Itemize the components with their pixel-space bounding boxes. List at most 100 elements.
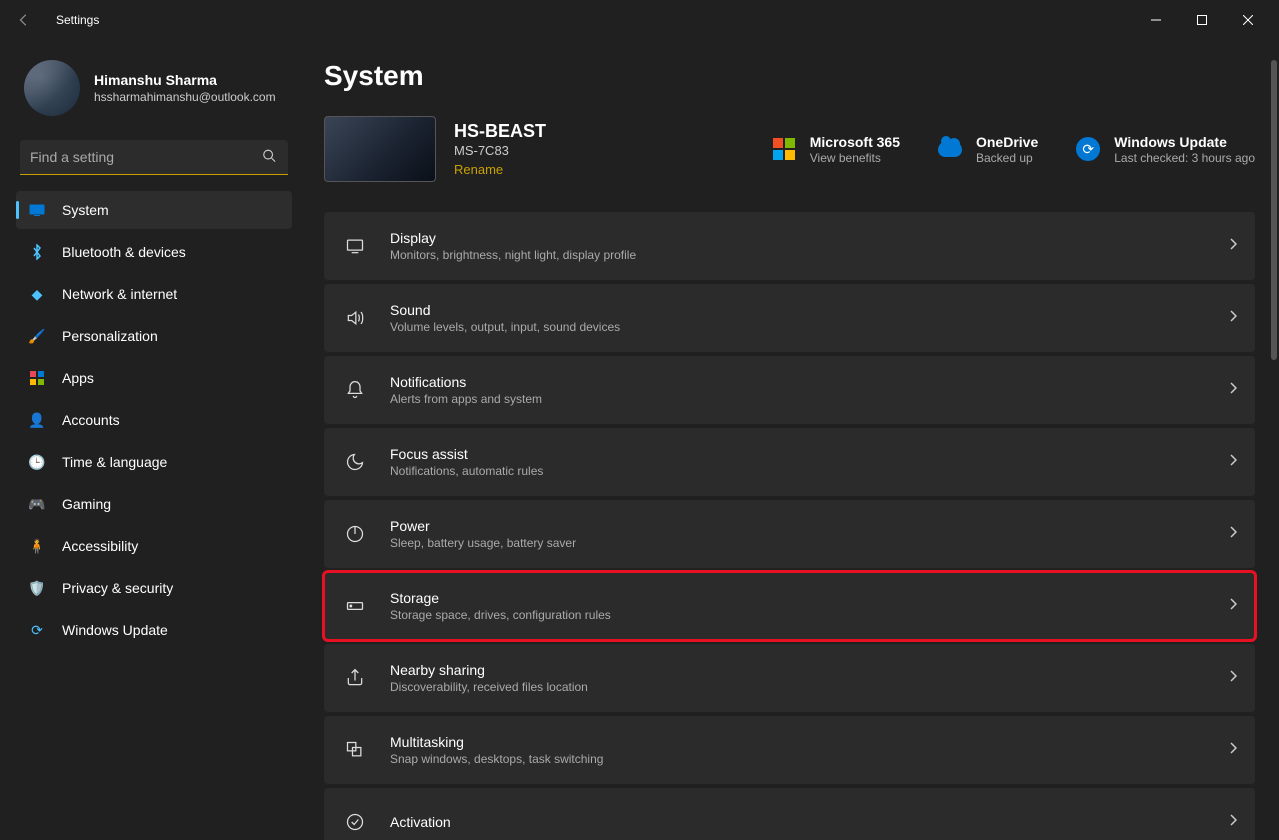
- device-thumbnail[interactable]: [324, 116, 436, 182]
- quick-windows-update[interactable]: ⟳ Windows UpdateLast checked: 3 hours ag…: [1074, 134, 1255, 165]
- avatar: [24, 60, 80, 116]
- device-model: MS-7C83: [454, 143, 546, 158]
- search-input[interactable]: [20, 140, 288, 175]
- card-title: Focus assist: [390, 446, 543, 462]
- multi-icon: [342, 740, 368, 760]
- card-nearby-sharing[interactable]: Nearby sharing Discoverability, received …: [324, 644, 1255, 712]
- power-icon: [342, 524, 368, 544]
- storage-icon: [342, 596, 368, 616]
- chevron-right-icon: [1229, 669, 1237, 687]
- search-icon: [262, 148, 276, 167]
- card-power[interactable]: Power Sleep, battery usage, battery saver: [324, 500, 1255, 568]
- card-subtitle: Notifications, automatic rules: [390, 464, 543, 478]
- nav-icon: ⟳: [28, 621, 46, 639]
- nav-icon: [28, 369, 46, 387]
- card-title: Notifications: [390, 374, 542, 390]
- nav-label: System: [62, 202, 109, 218]
- cloud-icon: [936, 135, 964, 163]
- nav-item-system[interactable]: System: [16, 191, 292, 229]
- nav-item-time-language[interactable]: 🕒Time & language: [16, 443, 292, 481]
- device-row: HS-BEAST MS-7C83 Rename Microsoft 365Vie…: [324, 116, 1255, 182]
- nav-list: System Bluetooth & devices ◆Network & inte…: [16, 191, 292, 649]
- card-title: Power: [390, 518, 576, 534]
- quick-sub: Last checked: 3 hours ago: [1114, 151, 1255, 165]
- card-sound[interactable]: Sound Volume levels, output, input, sound…: [324, 284, 1255, 352]
- sound-icon: [342, 308, 368, 328]
- nav-item-accounts[interactable]: 👤 Accounts: [16, 401, 292, 439]
- chevron-right-icon: [1229, 309, 1237, 327]
- minimize-button[interactable]: [1133, 4, 1179, 36]
- profile-block[interactable]: Himanshu Sharma hssharmahimanshu@outlook…: [16, 40, 292, 140]
- bell-icon: [342, 380, 368, 400]
- chevron-right-icon: [1229, 597, 1237, 615]
- card-multitasking[interactable]: Multitasking Snap windows, desktops, task…: [324, 716, 1255, 784]
- quick-title: Microsoft 365: [810, 134, 900, 150]
- chevron-right-icon: [1229, 453, 1237, 471]
- scrollbar[interactable]: [1271, 60, 1277, 360]
- card-subtitle: Volume levels, output, input, sound devi…: [390, 320, 620, 334]
- nav-label: Network & internet: [62, 286, 177, 302]
- nav-label: Time & language: [62, 454, 167, 470]
- nav-item-bluetooth-devices[interactable]: Bluetooth & devices: [16, 233, 292, 271]
- window-title: Settings: [56, 13, 99, 27]
- sync-icon: ⟳: [1074, 135, 1102, 163]
- card-subtitle: Discoverability, received files location: [390, 680, 588, 694]
- card-activation[interactable]: Activation: [324, 788, 1255, 840]
- chevron-right-icon: [1229, 813, 1237, 831]
- card-subtitle: Sleep, battery usage, battery saver: [390, 536, 576, 550]
- settings-card-list: DisplayMonitors, brightness, night light…: [324, 212, 1255, 840]
- card-focus-assist[interactable]: Focus assist Notifications, automatic rul…: [324, 428, 1255, 496]
- sidebar: Himanshu Sharma hssharmahimanshu@outlook…: [0, 40, 300, 840]
- chevron-right-icon: [1229, 237, 1237, 255]
- nav-item-windows-update[interactable]: ⟳ Windows Update: [16, 611, 292, 649]
- card-display[interactable]: DisplayMonitors, brightness, night light…: [324, 212, 1255, 280]
- quick-onedrive[interactable]: OneDriveBacked up: [936, 134, 1038, 165]
- quick-sub: Backed up: [976, 151, 1038, 165]
- card-title: Multitasking: [390, 734, 603, 750]
- nav-item-personalization[interactable]: 🖌️Personalization: [16, 317, 292, 355]
- moon-icon: [342, 452, 368, 472]
- nav-icon: 🛡️: [28, 579, 46, 597]
- nav-icon: [28, 243, 46, 261]
- card-title: Storage: [390, 590, 611, 606]
- card-subtitle: Alerts from apps and system: [390, 392, 542, 406]
- quick-title: OneDrive: [976, 134, 1038, 150]
- nav-label: Accessibility: [62, 538, 138, 554]
- back-button[interactable]: [8, 4, 40, 36]
- nav-label: Apps: [62, 370, 94, 386]
- nav-item-accessibility[interactable]: 🧍 Accessibility: [16, 527, 292, 565]
- device-name: HS-BEAST: [454, 121, 546, 142]
- profile-name: Himanshu Sharma: [94, 72, 276, 88]
- rename-link[interactable]: Rename: [454, 162, 546, 177]
- display-icon: [342, 236, 368, 256]
- maximize-button[interactable]: [1179, 4, 1225, 36]
- check-icon: [342, 812, 368, 832]
- nav-item-gaming[interactable]: 🎮Gaming: [16, 485, 292, 523]
- quick-microsoft365[interactable]: Microsoft 365View benefits: [770, 134, 900, 165]
- window-controls: [1133, 4, 1271, 36]
- card-title: Display: [390, 230, 636, 246]
- nav-icon: 👤: [28, 411, 46, 429]
- nav-icon: 🖌️: [28, 327, 46, 345]
- card-title: Sound: [390, 302, 620, 318]
- nav-label: Windows Update: [62, 622, 168, 638]
- nav-label: Bluetooth & devices: [62, 244, 186, 260]
- close-button[interactable]: [1225, 4, 1271, 36]
- chevron-right-icon: [1229, 381, 1237, 399]
- nav-icon: 🎮: [28, 495, 46, 513]
- search-box[interactable]: [20, 140, 288, 175]
- nav-item-apps[interactable]: Apps: [16, 359, 292, 397]
- card-title: Nearby sharing: [390, 662, 588, 678]
- nav-label: Accounts: [62, 412, 120, 428]
- content-area: System HS-BEAST MS-7C83 Rename Microsoft…: [300, 40, 1279, 840]
- card-subtitle: Storage space, drives, configuration rul…: [390, 608, 611, 622]
- quick-title: Windows Update: [1114, 134, 1255, 150]
- nav-icon: 🧍: [28, 537, 46, 555]
- quick-sub: View benefits: [810, 151, 900, 165]
- nav-item-privacy-security[interactable]: 🛡️Privacy & security: [16, 569, 292, 607]
- card-notifications[interactable]: Notifications Alerts from apps and system: [324, 356, 1255, 424]
- page-title: System: [324, 60, 1255, 92]
- nav-item-network-internet[interactable]: ◆Network & internet: [16, 275, 292, 313]
- card-storage[interactable]: Storage Storage space, drives, configurat…: [324, 572, 1255, 640]
- card-subtitle: Snap windows, desktops, task switching: [390, 752, 603, 766]
